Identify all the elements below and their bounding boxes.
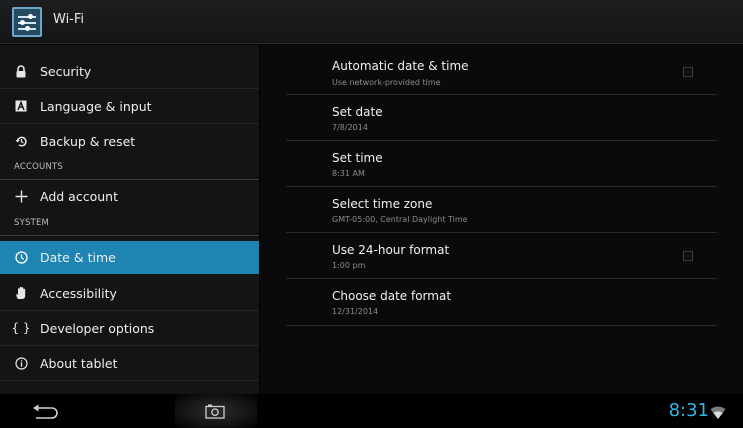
pref-summary: 7/8/2014	[332, 123, 368, 132]
pref-title: Select time zone	[332, 197, 433, 211]
sidebar-item-label: Developer options	[40, 320, 155, 336]
pref-title: Set time	[332, 151, 383, 165]
sidebar-item-label: Language & input	[40, 98, 152, 114]
use-24-hour-format-checkbox[interactable]	[683, 251, 693, 261]
pref-set-date[interactable]: Set date 7/8/2014	[286, 95, 717, 141]
sidebar-item-developer-options[interactable]: { } Developer options	[0, 311, 259, 346]
pref-title: Automatic date & time	[332, 59, 469, 73]
sidebar-item-label: Backup & reset	[40, 134, 136, 149]
wifi-icon	[710, 405, 726, 419]
pref-title: Choose date format	[332, 289, 452, 303]
sidebar-item-label: Security	[40, 63, 92, 79]
section-header-system: SYSTEM	[14, 218, 50, 228]
back-icon[interactable]	[30, 403, 60, 421]
sidebar-item-language-input[interactable]: Language & input	[0, 89, 259, 124]
settings-sliders-icon[interactable]	[12, 7, 42, 37]
pref-title: Use 24-hour format	[332, 243, 450, 257]
keyboard-icon	[14, 99, 28, 113]
action-bar: Wi-Fi	[0, 0, 743, 44]
sidebar-item-backup-reset[interactable]: Backup & reset	[0, 124, 259, 159]
sidebar-item-security[interactable]: Security	[0, 54, 259, 89]
clock-icon	[14, 251, 28, 265]
sidebar-item-accessibility[interactable]: Accessibility	[0, 276, 259, 311]
system-bar: 8:31	[0, 394, 743, 428]
pref-set-time[interactable]: Set time 8:31 AM	[286, 141, 717, 187]
info-icon	[14, 356, 28, 370]
sidebar-item-label: Accessibility	[40, 285, 117, 301]
lock-icon	[14, 64, 28, 78]
settings-sidebar: Security Language & input Backup & reset…	[0, 45, 259, 394]
sidebar-item-label: About tablet	[40, 355, 118, 371]
pref-title: Set date	[332, 105, 383, 119]
camera-icon[interactable]	[205, 404, 225, 419]
sidebar-item-about-tablet[interactable]: About tablet	[0, 346, 259, 381]
sidebar-item-date-time[interactable]: Date & time	[0, 241, 259, 274]
pref-summary: 1:00 pm	[332, 261, 366, 270]
plus-icon	[14, 190, 28, 204]
sidebar-item-label: Date & time	[40, 250, 116, 265]
hand-icon	[14, 286, 28, 300]
pref-select-time-zone[interactable]: Select time zone GMT-05:00, Central Dayl…	[286, 187, 717, 233]
pref-summary: 8:31 AM	[332, 169, 365, 178]
sidebar-item-add-account[interactable]: Add account	[0, 180, 259, 213]
pref-use-24-hour-format[interactable]: Use 24-hour format 1:00 pm	[286, 233, 717, 279]
automatic-date-time-checkbox[interactable]	[683, 67, 693, 77]
status-clock: 8:31	[668, 400, 709, 421]
pref-summary: Use network-provided time	[332, 78, 441, 87]
pref-summary: GMT-05:00, Central Daylight Time	[332, 215, 468, 224]
section-header-accounts: ACCOUNTS	[14, 162, 63, 172]
backup-icon	[14, 135, 28, 149]
pref-choose-date-format[interactable]: Choose date format 12/31/2014	[286, 279, 717, 326]
pref-summary: 12/31/2014	[332, 307, 379, 316]
braces-icon: { }	[11, 321, 31, 335]
section-divider	[0, 235, 259, 236]
sidebar-item-label: Add account	[40, 189, 118, 204]
pref-automatic-date-time[interactable]: Automatic date & time Use network-provid…	[286, 49, 717, 95]
page-title: Wi-Fi	[53, 12, 85, 27]
date-time-settings: Automatic date & time Use network-provid…	[260, 45, 743, 394]
